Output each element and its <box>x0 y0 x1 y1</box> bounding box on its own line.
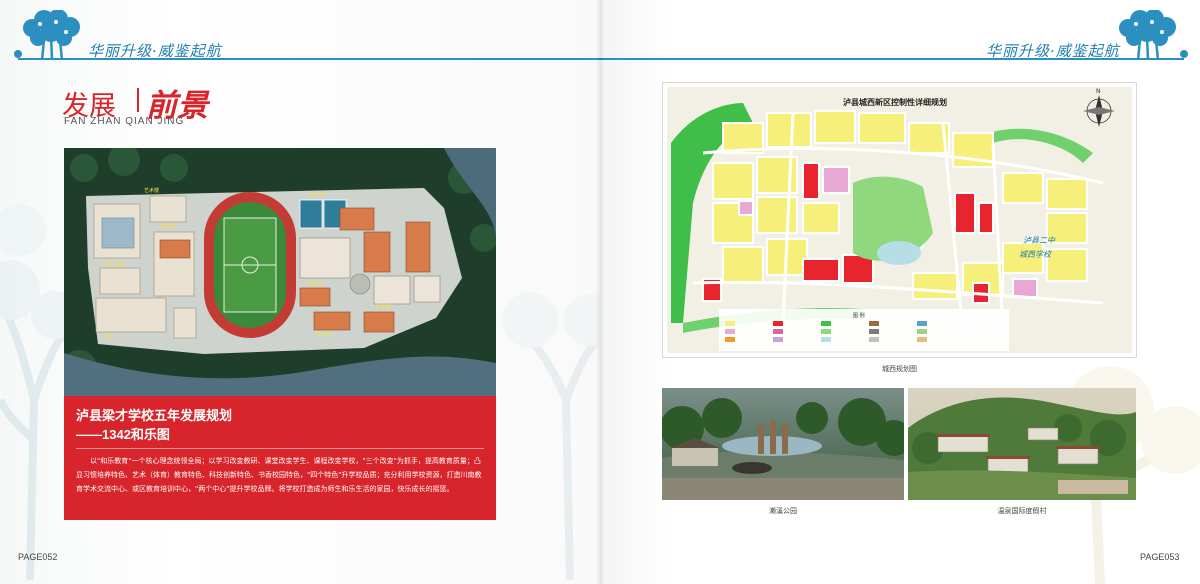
page-number-left: PAGE052 <box>18 552 58 562</box>
resort-photo <box>908 388 1136 500</box>
tree-logo-icon <box>23 10 80 60</box>
plan-annotation-line2: 城西学校 <box>1019 250 1052 259</box>
plan-caption: 城西规划图 <box>882 365 917 373</box>
info-heading-line2: ——1342和乐图 <box>76 427 170 442</box>
park-photo-caption: 濑溪公园 <box>769 507 797 515</box>
info-heading-line1: 泸县梁才学校五年发展规划 <box>76 408 233 423</box>
header-rule <box>600 58 1184 60</box>
header-rule <box>18 58 600 60</box>
campus-label: 食堂 <box>104 333 114 340</box>
campus-label: 综合楼 <box>310 191 325 198</box>
right-page: 华丽升级·威鉴起航 泸县城西新区控制性详细规划 N 泸县二中 城西学校 图 例 … <box>600 0 1200 584</box>
header-dot <box>14 50 22 58</box>
campus-label: 图书馆 <box>316 331 331 338</box>
header-dot <box>1180 50 1188 58</box>
title-pinyin: FAN ZHAN QIAN JING <box>64 116 185 127</box>
campus-illustration: 艺术楼 综合楼 学生公寓 科技楼 教学楼 食堂 图书馆 体育馆 <box>64 148 496 396</box>
background-tree-icon <box>0 204 70 580</box>
campus-label: 体育馆 <box>160 223 175 230</box>
page-number-right: PAGE053 <box>1140 552 1180 562</box>
plan-title: 泸县城西新区控制性详细规划 <box>843 97 947 107</box>
compass-north-label: N <box>1096 88 1101 95</box>
resort-photo-illustration <box>908 388 1136 500</box>
brochure-spread: 华丽升级·威鉴起航 发展 前景 FAN ZHAN QIAN JING 艺术楼 综… <box>0 0 1200 584</box>
background-tree-icon <box>502 292 600 580</box>
campus-label: 学生公寓 <box>104 261 124 268</box>
plan-info-box: 泸县梁才学校五年发展规划 ——1342和乐图 以"和乐教育"一个核心理念统领全局… <box>64 396 496 520</box>
campus-label: 科技楼 <box>308 281 323 288</box>
tree-logo-icon <box>1119 10 1176 60</box>
plan-annotation-line1: 泸县二中 <box>1023 236 1056 245</box>
left-page: 华丽升级·威鉴起航 发展 前景 FAN ZHAN QIAN JING 艺术楼 综… <box>0 0 600 584</box>
park-photo <box>662 388 904 500</box>
campus-label: 艺术楼 <box>144 187 159 194</box>
campus-aerial-image: 艺术楼 综合楼 学生公寓 科技楼 教学楼 食堂 图书馆 体育馆 <box>64 148 496 396</box>
title-separator <box>137 88 139 112</box>
section-title: 发展 前景 FAN ZHAN QIAN JING <box>62 80 262 130</box>
plan-illustration: 泸县城西新区控制性详细规划 N 泸县二中 城西学校 图 例 <box>663 83 1136 357</box>
info-body: 以"和乐教育"一个核心理念统领全局；以学习改变教研、课堂改变学生、课程改变学校，… <box>76 457 482 493</box>
district-plan-map: 泸县城西新区控制性详细规划 N 泸县二中 城西学校 图 例 <box>662 82 1137 358</box>
legend-title: 图 例 <box>853 312 865 319</box>
park-photo-illustration <box>662 388 904 500</box>
info-divider <box>76 448 484 449</box>
campus-label: 教学楼 <box>376 303 391 310</box>
resort-photo-caption: 温泉国际度假村 <box>997 507 1047 515</box>
spine-shadow <box>596 0 604 584</box>
